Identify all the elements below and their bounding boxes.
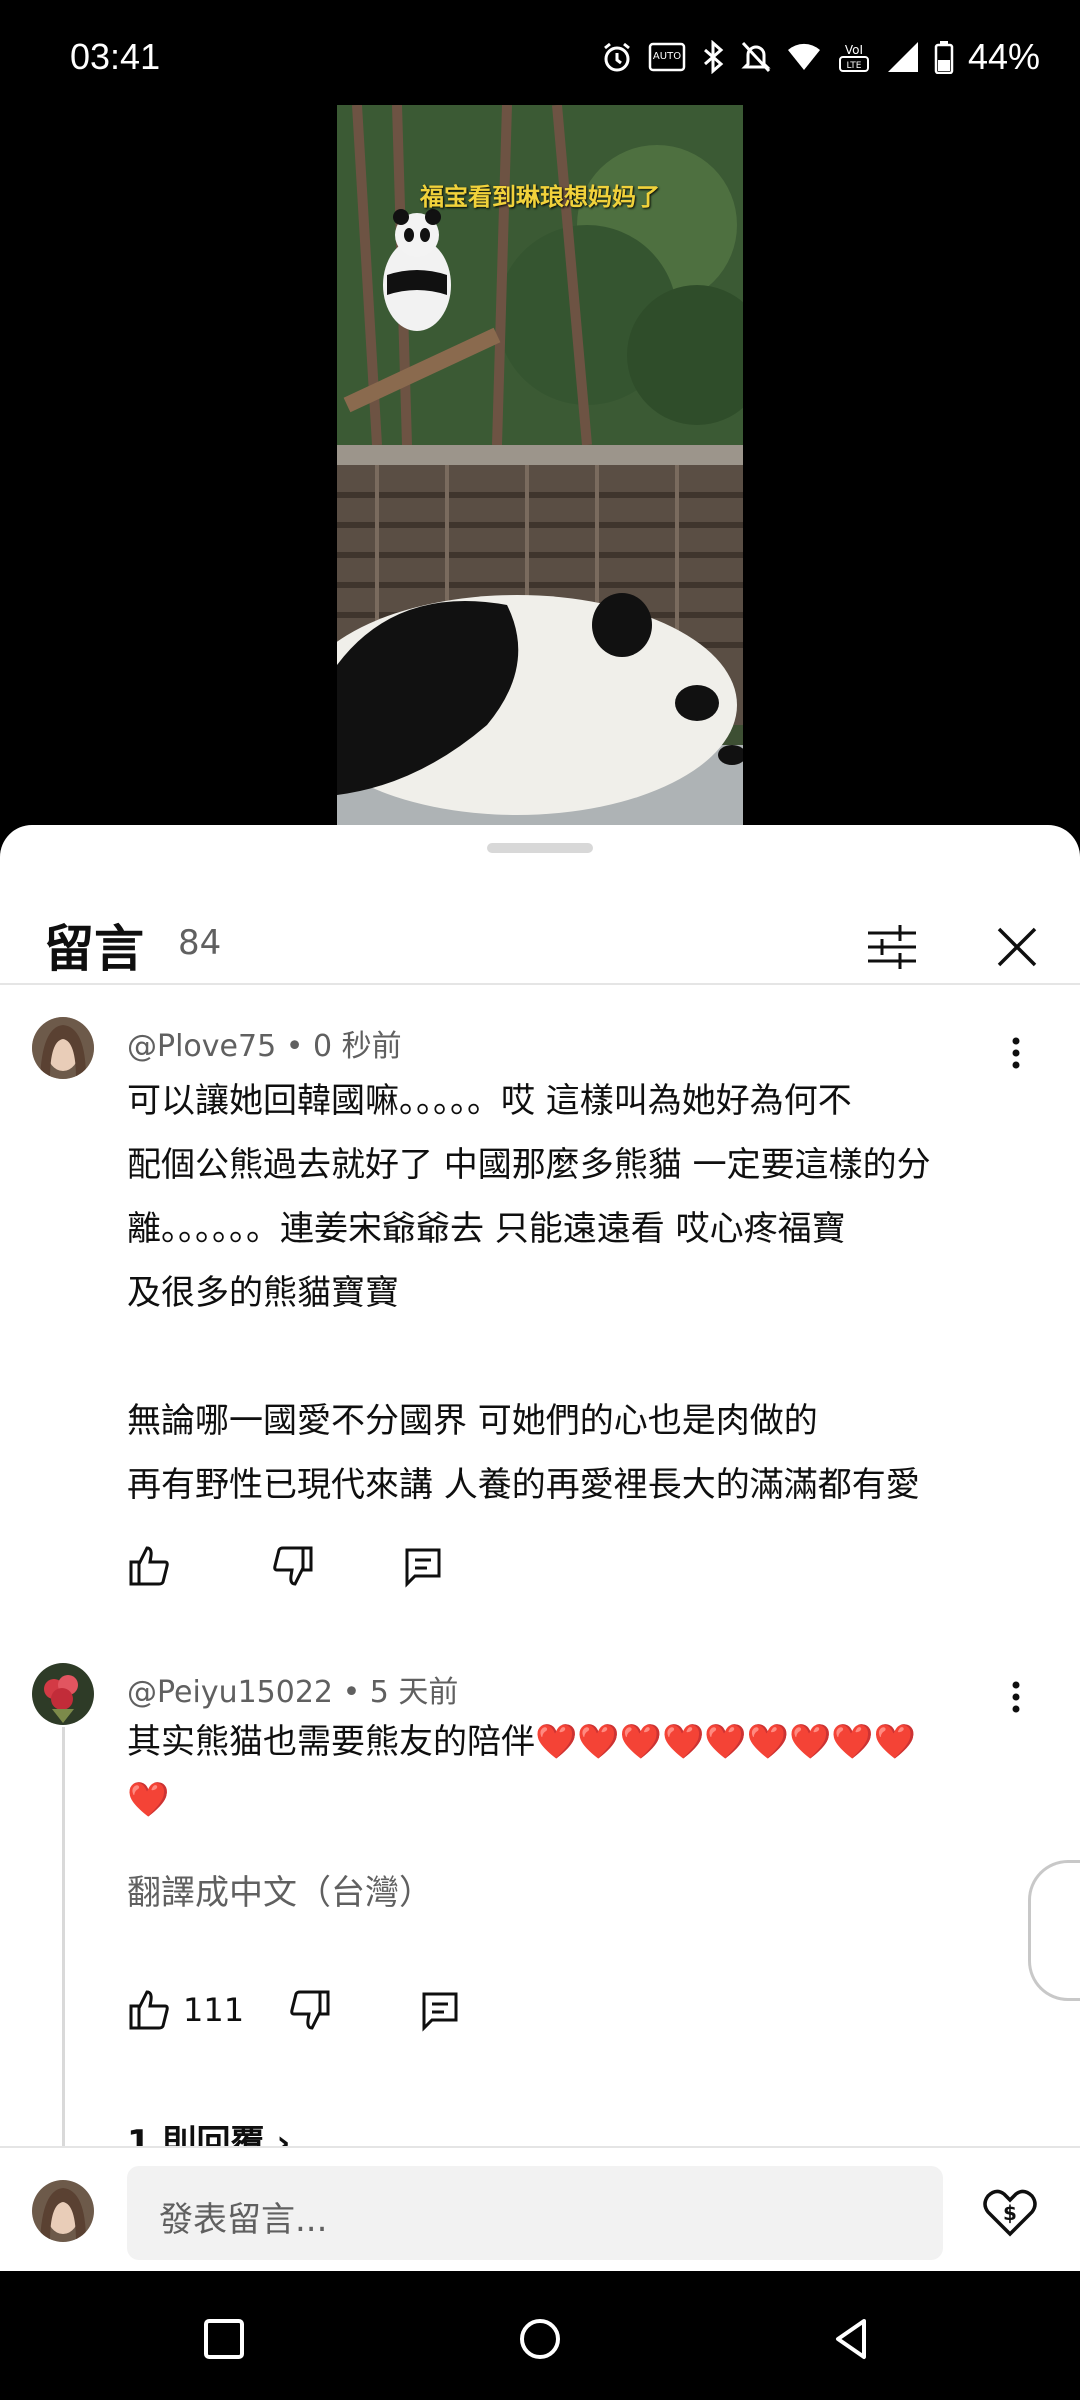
comments-sheet: 留言 84 @Plove75 • 0 秒前 可以讓她回韓國嘛。。。。。哎 這樣叫… — [0, 825, 1080, 2271]
video-player[interactable]: 福宝看到琳琅想妈妈了 — [337, 105, 743, 825]
more-vert-icon — [1012, 1037, 1020, 1069]
close-button[interactable] — [985, 915, 1049, 979]
dislike-button[interactable] — [288, 1988, 332, 2032]
auto-hz-icon: AUTO — [648, 42, 686, 72]
super-thanks-button[interactable]: $ — [980, 2182, 1040, 2242]
filter-button[interactable] — [860, 915, 924, 979]
battery-icon — [934, 41, 954, 74]
like-button[interactable]: 111 — [127, 1988, 244, 2032]
reply-button[interactable] — [401, 1544, 445, 1588]
home-icon — [520, 2319, 560, 2359]
comment-author[interactable]: @Plove75 — [127, 1029, 276, 1064]
avatar[interactable] — [32, 1017, 94, 1079]
recents-icon — [204, 2319, 244, 2359]
avatar[interactable] — [32, 1663, 94, 1725]
comment-author[interactable]: @Peiyu15022 — [127, 1675, 333, 1710]
svg-text:VoI: VoI — [845, 43, 863, 57]
wifi-icon — [787, 43, 820, 70]
svg-text:$: $ — [1003, 2201, 1017, 2225]
back-icon — [836, 2319, 866, 2359]
comment-actions — [127, 1541, 445, 1591]
thumb-down-icon — [290, 1990, 330, 2030]
comment-text: 可以讓她回韓國嘛。。。。。哎 這樣叫為她好為何不 配個公熊過去就好了 中國那麼多… — [127, 1069, 1007, 1517]
reply-button[interactable] — [418, 1988, 462, 2032]
comments-title: 留言 — [44, 920, 144, 978]
status-time: 03:41 — [70, 36, 161, 77]
comment-time: 5 天前 — [369, 1675, 459, 1710]
comment-input-placeholder: 發表留言... — [159, 2200, 328, 2240]
mute-icon — [741, 41, 771, 73]
svg-text:LTE: LTE — [846, 61, 861, 71]
alarm-icon — [604, 42, 630, 72]
video-caption: 福宝看到琳琅想妈妈了 — [420, 183, 660, 211]
comment-actions: 111 — [127, 1985, 462, 2035]
close-icon — [997, 927, 1037, 967]
more-vert-icon — [1012, 1681, 1020, 1713]
tune-icon — [868, 925, 916, 969]
video-frame — [337, 105, 743, 825]
like-count: 111 — [183, 1991, 245, 2029]
like-button[interactable] — [127, 1544, 171, 1588]
svg-text:AUTO: AUTO — [653, 51, 681, 62]
status-bar: 03:41 AUTO VoI LTE 44% — [0, 0, 1080, 105]
comment-menu-button[interactable] — [1000, 1677, 1032, 1717]
avatar — [32, 2180, 94, 2242]
thumb-up-icon — [129, 1546, 169, 1586]
comment-line: 其实熊猫也需要熊友的陪伴❤️❤️❤️❤️❤️❤️❤️❤️❤️ — [127, 1722, 917, 1762]
comment-input[interactable]: 發表留言... — [127, 2166, 943, 2260]
comment-menu-button[interactable] — [1000, 1033, 1032, 1073]
comment-meta: @Peiyu15022 • 5 天前 — [127, 1667, 458, 1711]
meta-dot: • — [342, 1675, 370, 1710]
comments-count: 84 — [178, 923, 222, 963]
comment-line: 可以讓她回韓國嘛。。。。。哎 這樣叫為她好為何不 — [127, 1081, 852, 1121]
thumb-down-icon — [273, 1546, 313, 1586]
heart-dollar-icon: $ — [983, 2189, 1037, 2237]
comment-text: 其实熊猫也需要熊友的陪伴❤️❤️❤️❤️❤️❤️❤️❤️❤️ ❤️ — [127, 1713, 1007, 1829]
status-icons: AUTO VoI LTE 44% — [600, 36, 1040, 78]
thumb-up-icon — [129, 1990, 169, 2030]
comment-line: 再有野性已現代來講 人養的再愛裡長大的滿滿都有愛 — [127, 1465, 920, 1505]
user-avatar-image — [32, 1017, 94, 1079]
signal-icon — [887, 42, 918, 72]
back-button[interactable] — [824, 2311, 880, 2367]
meta-dot: • — [285, 1029, 313, 1064]
volte-icon: VoI LTE — [838, 43, 869, 72]
home-button[interactable] — [512, 2311, 568, 2367]
comment-input-bar: 發表留言... $ — [0, 2146, 1080, 2273]
comment-line: 及很多的熊貓寶寶 — [127, 1273, 399, 1313]
drag-handle[interactable] — [487, 843, 593, 853]
comment-line — [127, 1325, 1007, 1389]
dislike-button[interactable] — [271, 1544, 315, 1588]
comment-line: 無論哪一國愛不分國界 可她們的心也是肉做的 — [127, 1401, 818, 1441]
comments-header: 留言 84 — [0, 867, 1080, 985]
reply-icon — [422, 1992, 458, 2032]
comment-line: 配個公熊過去就好了 中國那麼多熊貓 一定要這樣的分 — [127, 1145, 931, 1185]
user-avatar-image — [32, 1663, 94, 1725]
battery-percent: 44% — [967, 36, 1040, 77]
comment-meta: @Plove75 • 0 秒前 — [127, 1021, 402, 1065]
comment-time: 0 秒前 — [312, 1029, 402, 1064]
user-avatar-image — [32, 2180, 94, 2242]
comment-line: 離。。。。。。連姜宋爺爺去 只能遠遠看 哎心疼福寶 — [127, 1209, 846, 1249]
comment-line: ❤️ — [127, 1780, 170, 1820]
side-panel-tab[interactable] — [1028, 1860, 1080, 2001]
translate-link[interactable]: 翻譯成中文（台灣） — [127, 1865, 433, 1914]
recents-button[interactable] — [196, 2311, 252, 2367]
bluetooth-icon — [703, 40, 724, 74]
system-nav-bar — [0, 2271, 1080, 2400]
reply-icon — [405, 1548, 441, 1588]
